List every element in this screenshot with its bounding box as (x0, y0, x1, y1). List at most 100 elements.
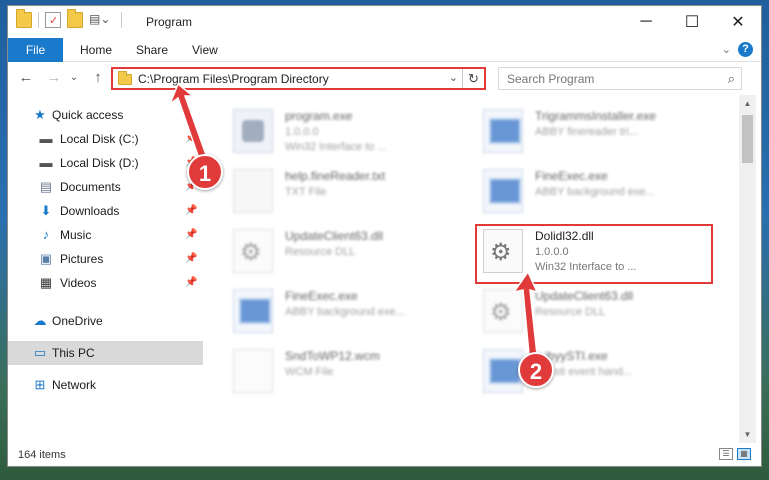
maximize-button[interactable]: ☐ (669, 6, 715, 38)
exe-icon (483, 109, 523, 153)
list-item[interactable]: help.fineReader.txt TXT File (233, 169, 468, 224)
exe-icon (483, 349, 523, 393)
file-version: 1.0.0.0 (285, 126, 319, 138)
list-item[interactable]: program.exe 1.0.0.0 Win32 Interface to .… (233, 109, 468, 164)
videos-icon: ▦ (39, 275, 53, 290)
tiles-view-icon[interactable]: ▦ (737, 448, 751, 460)
scroll-down-icon[interactable]: ▼ (739, 430, 756, 439)
ribbon: File Home Share View ⌄ ? (8, 38, 761, 62)
file-description: ABBY finereader tri... (535, 126, 639, 138)
tab-view[interactable]: View (182, 38, 228, 62)
status-bar: 164 items ☰ ▦ (8, 443, 761, 467)
file-name: help.fineReader.txt (285, 169, 386, 183)
item-count: 164 items (18, 449, 66, 461)
window-title: Program (146, 15, 193, 29)
list-item[interactable]: FineExec.exe ABBY background exe... (233, 289, 468, 344)
sidebar-item-this-pc[interactable]: ▭ This PC (8, 341, 203, 365)
drive-icon: ▬ (39, 155, 53, 170)
details-view-icon[interactable]: ☰ (719, 448, 733, 460)
star-icon: ★ (34, 107, 46, 122)
sidebar-item-label: Documents (60, 180, 121, 194)
sidebar-item-label: OneDrive (52, 314, 103, 328)
close-button[interactable]: ✕ (715, 6, 761, 38)
tab-share[interactable]: Share (126, 38, 178, 62)
list-item[interactable]: FineExec.exe ABBY background exe... (483, 169, 718, 224)
customize-toolbar-icon[interactable]: ▤⌄ (89, 12, 115, 28)
sidebar-item-downloads[interactable]: ⬇ Downloads 📌 (8, 199, 203, 223)
dll-icon (483, 289, 523, 333)
sidebar-item-label: Music (60, 228, 92, 242)
file-type: Resource DLL (535, 306, 606, 318)
file-name: program.exe (285, 109, 353, 123)
folder-icon (118, 71, 132, 85)
setup-icon (233, 109, 273, 153)
new-folder-icon[interactable] (67, 9, 83, 28)
annotation-step-1: 1 (187, 154, 223, 190)
recent-locations-icon[interactable]: ⌄ (64, 72, 84, 83)
sidebar-item-onedrive[interactable]: ☁ OneDrive (8, 309, 203, 333)
computer-icon: ▭ (33, 345, 47, 360)
file-type: WCM File (285, 366, 334, 378)
help-icon[interactable]: ? (738, 42, 753, 57)
pin-icon: 📌 (185, 253, 198, 264)
dll-icon (233, 229, 273, 273)
file-name: SndToWP12.wcm (285, 349, 380, 363)
sidebar-item-label: This PC (52, 346, 95, 360)
sidebar-item-label: Videos (60, 276, 97, 290)
sidebar-item-local-disk-c[interactable]: ▬ Local Disk (C:) 📌 (8, 127, 203, 151)
file-name: UpdateClient63.dll (535, 289, 634, 303)
pin-icon: 📌 (185, 229, 198, 240)
file-list: program.exe 1.0.0.0 Win32 Interface to .… (203, 95, 738, 443)
sidebar-item-documents[interactable]: ▤ Documents 📌 (8, 175, 203, 199)
folder-icon (16, 9, 32, 28)
tab-home[interactable]: Home (70, 38, 122, 62)
sidebar-item-videos[interactable]: ▦ Videos 📌 (8, 271, 203, 295)
text-file-icon (233, 169, 273, 213)
sidebar-item-local-disk-d[interactable]: ▬ Local Disk (D:) 📌 (8, 151, 203, 175)
drive-icon: ▬ (39, 131, 53, 146)
wcm-file-icon (233, 349, 273, 393)
forward-arrow-icon[interactable]: → (44, 69, 64, 86)
divider (38, 12, 39, 28)
file-name: FineExec.exe (535, 169, 608, 183)
minimize-button[interactable]: ─ (623, 6, 669, 38)
file-description: ABBY background exe... (285, 306, 405, 318)
back-arrow-icon[interactable]: ← (16, 69, 36, 86)
sidebar-item-network[interactable]: ⊞ Network (8, 373, 203, 397)
title-bar: ✓ ▤⌄ Program ─ ☐ ✕ (8, 6, 761, 38)
properties-icon[interactable]: ✓ (45, 12, 61, 28)
navigation-bar: ← → ⌄ ↑ C:\Program Files\Program Directo… (8, 63, 761, 95)
explorer-window: ✓ ▤⌄ Program ─ ☐ ✕ File Home Share View … (7, 5, 762, 467)
scrollbar-thumb[interactable] (742, 115, 753, 163)
sidebar-item-pictures[interactable]: ▣ Pictures 📌 (8, 247, 203, 271)
sidebar-item-music[interactable]: ♪ Music 📌 (8, 223, 203, 247)
sidebar-item-label: Pictures (60, 252, 104, 266)
address-path[interactable]: C:\Program Files\Program Directory (138, 72, 329, 86)
list-item[interactable]: UpdateClient63.dll Resource DLL (233, 229, 468, 284)
sidebar-item-quick-access[interactable]: ★ Quick access (8, 103, 203, 127)
list-item[interactable]: UpdateClient63.dll Resource DLL (483, 289, 718, 344)
list-item[interactable]: SndToWP12.wcm WCM File (233, 349, 468, 404)
refresh-icon[interactable]: ↻ (462, 69, 484, 88)
music-icon: ♪ (42, 227, 50, 242)
chevron-down-icon[interactable]: ⌄ (449, 71, 458, 84)
up-arrow-icon[interactable]: ↑ (88, 69, 108, 86)
search-icon[interactable]: ⌕ (728, 71, 735, 87)
search-input[interactable]: Search Program ⌕ (498, 67, 742, 90)
tab-file[interactable]: File (8, 38, 63, 62)
scroll-up-icon[interactable]: ▲ (739, 99, 756, 108)
pin-icon: 📌 (185, 133, 198, 144)
pin-icon: 📌 (185, 205, 198, 216)
search-placeholder: Search Program (507, 72, 595, 86)
address-bar[interactable]: C:\Program Files\Program Directory ⌄ ↻ (111, 67, 486, 90)
quick-access-toolbar: ✓ ▤⌄ (16, 9, 122, 28)
view-switcher: ☰ ▦ (719, 448, 751, 460)
downloads-icon: ⬇ (40, 203, 52, 218)
chevron-down-icon[interactable]: ⌄ (722, 43, 731, 56)
vertical-scrollbar[interactable]: ▲ ▼ (739, 95, 756, 443)
pin-icon: 📌 (185, 277, 198, 288)
sidebar-item-label: Local Disk (C:) (60, 132, 139, 146)
list-item[interactable]: TrigrammsInstaller.exe ABBY finereader t… (483, 109, 718, 164)
sidebar-item-label: Local Disk (D:) (60, 156, 139, 170)
annotation-highlight (475, 224, 713, 284)
